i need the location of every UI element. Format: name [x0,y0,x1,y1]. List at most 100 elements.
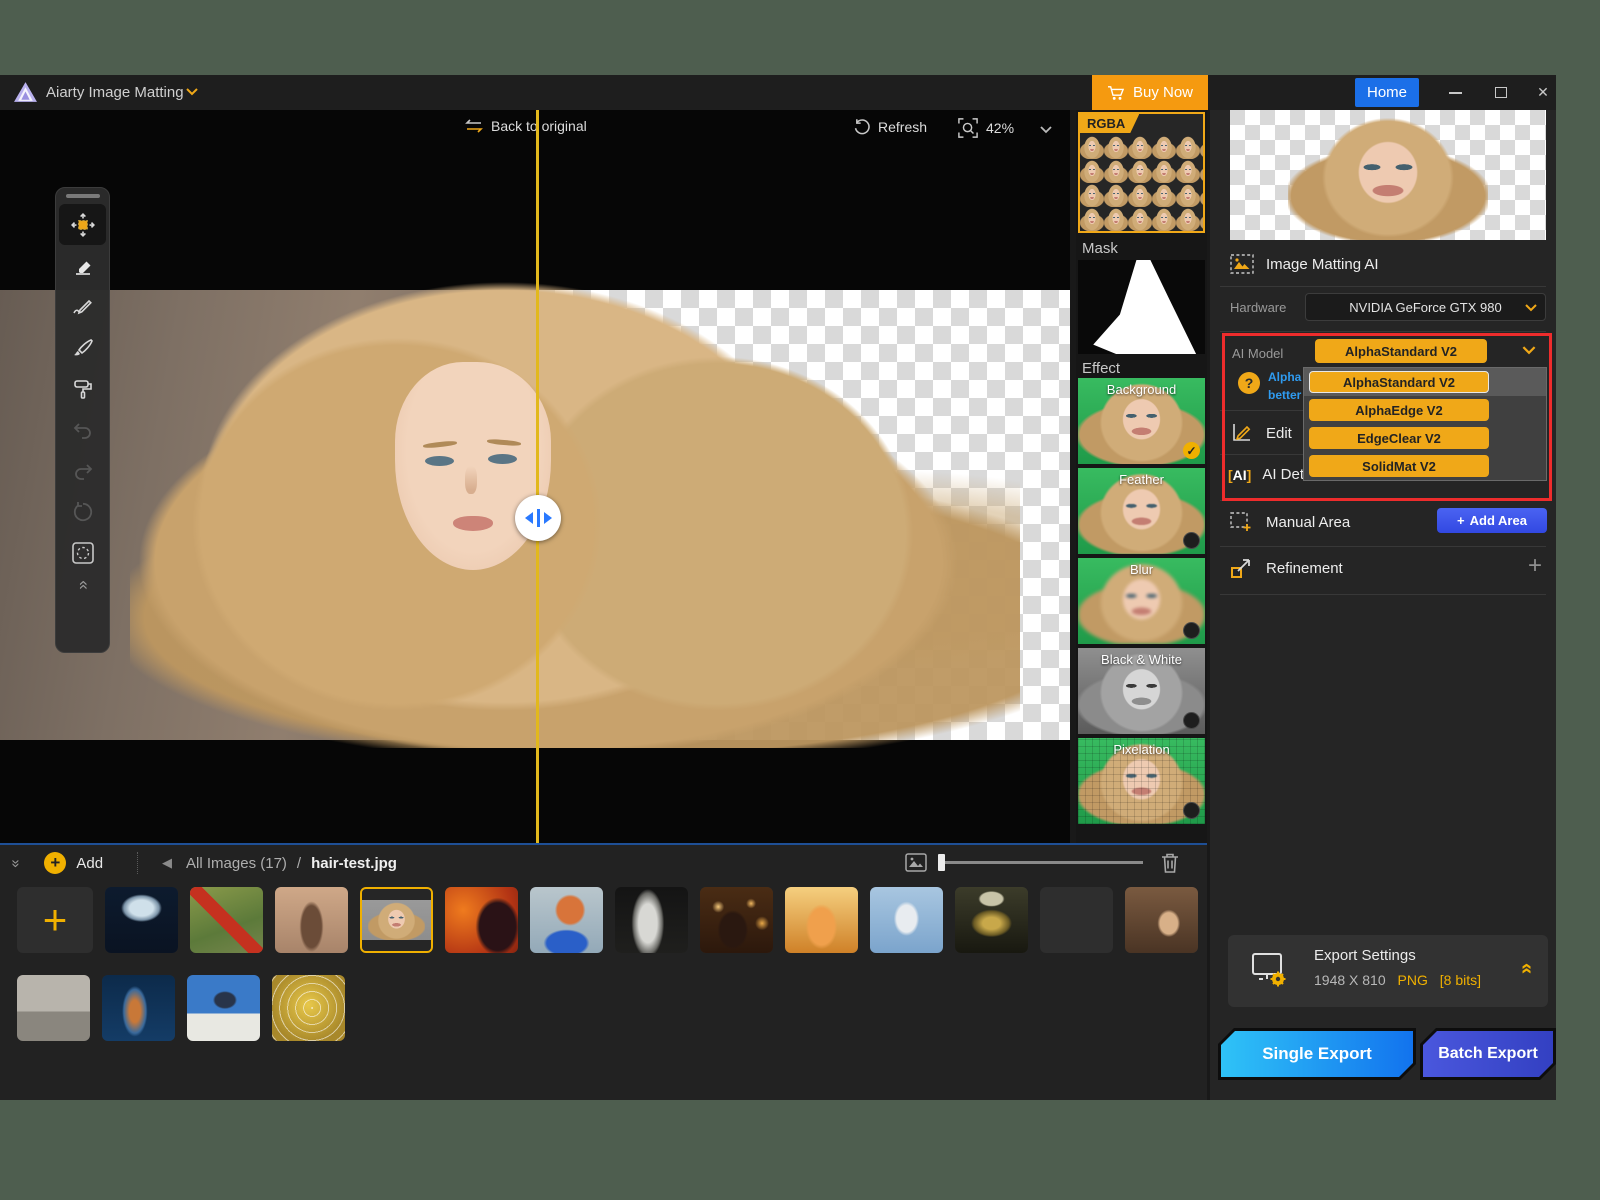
thumbnail-bearded-man[interactable] [1040,887,1113,953]
thumbnail-necklace[interactable] [955,887,1028,953]
thumbnail-size-slider[interactable] [938,861,1143,864]
rgba-preview-card[interactable]: RGBA [1078,112,1205,233]
close-button[interactable]: ✕ [1528,75,1558,110]
undo-icon [71,418,95,442]
help-icon[interactable]: ? [1238,372,1260,394]
eraser-tool-button[interactable] [59,245,106,286]
add-area-label: Add Area [1470,513,1527,528]
breadcrumb-all-images[interactable]: All Images (17) [186,855,287,872]
thumbnail-angel-statue[interactable] [615,887,688,953]
thumbnail-blue-sparkle-woman[interactable] [102,975,175,1041]
add-image-tile[interactable]: + [17,887,93,953]
compare-slider-handle[interactable] [515,495,561,541]
zoom-control[interactable]: 42% [958,118,1014,138]
redo-icon [71,459,95,483]
effect-toggle[interactable] [1183,622,1200,639]
editing-canvas[interactable]: Back to original Refresh 42% [0,110,1070,918]
slider-handle[interactable] [938,854,945,871]
undo-button[interactable] [59,409,106,450]
ai-model-option-label[interactable]: AlphaEdge V2 [1309,399,1489,421]
effect-toggle[interactable] [1183,802,1200,819]
redo-button[interactable] [59,450,106,491]
trash-icon[interactable] [1160,852,1180,874]
add-image-icon[interactable]: + [44,852,66,874]
ai-model-chevron-down-icon[interactable] [1522,346,1536,355]
thumbnail-bride[interactable] [870,887,943,953]
ai-model-option[interactable]: AlphaStandard V2 [1304,368,1546,396]
ai-model-option-label[interactable]: AlphaStandard V2 [1309,371,1489,393]
thumbnail-jellyfish[interactable] [105,887,178,953]
edit-section-header[interactable]: Edit [1230,422,1292,444]
mask-preview-card[interactable] [1078,260,1205,354]
marquee-select-tool-button[interactable] [59,532,106,573]
zoom-magnifier-icon [958,118,978,138]
tool-palette: » [55,187,110,653]
reset-button[interactable] [59,491,106,532]
back-to-original-button[interactable]: Back to original [465,118,587,134]
thumbnail-silhouette[interactable] [445,887,518,953]
effect-card-background[interactable]: Background ✓ [1078,378,1205,464]
zoom-chevron-down-icon[interactable] [1040,126,1052,134]
effect-card-pixelation[interactable]: Pixelation [1078,738,1205,824]
refinement-expand-button[interactable]: + [1528,552,1542,580]
thumbnail-woman-flowers[interactable] [275,887,348,953]
thumbnail-cat[interactable] [785,887,858,953]
settings-sidebar: Image Matting AI Hardware NVIDIA GeForce… [1210,110,1556,1100]
thumbnail-hair-test-selected[interactable] [360,887,433,953]
buy-now-button[interactable]: Buy Now [1092,75,1208,110]
refinement-section-header[interactable]: Refinement [1230,557,1343,579]
refresh-button[interactable]: Refresh [853,118,927,135]
pen-icon [71,295,95,319]
thumbnail-night-lights[interactable] [700,887,773,953]
maximize-button[interactable] [1486,75,1516,110]
palette-collapse-button[interactable]: » [78,575,87,595]
divider [1220,546,1546,547]
filmstrip-collapse-icon[interactable]: » [12,855,20,872]
effect-name: Pixelation [1078,742,1205,757]
effect-toggle[interactable] [1183,532,1200,549]
manual-area-section-header[interactable]: Manual Area [1230,512,1350,532]
refresh-label: Refresh [878,119,927,135]
export-settings-icon [1250,951,1290,987]
smart-pen-tool-button[interactable] [59,286,106,327]
effect-toggle-on[interactable]: ✓ [1183,442,1200,459]
batch-export-button[interactable]: Batch Export [1420,1028,1556,1080]
home-label: Home [1367,84,1407,101]
add-image-label: Add [76,855,103,872]
effect-card-blur[interactable]: Blur [1078,558,1205,644]
single-export-button[interactable]: Single Export [1218,1028,1416,1080]
ai-model-option-label[interactable]: SolidMat V2 [1309,455,1489,477]
ai-model-option[interactable]: AlphaEdge V2 [1304,396,1546,424]
export-settings-card[interactable]: Export Settings 1948 X 810 PNG [8 bits] … [1228,935,1548,1007]
minimize-button[interactable] [1440,75,1470,110]
thumbnail-spiderweb[interactable] [272,975,345,1041]
thumbnail-room-scene[interactable] [17,975,90,1041]
effect-card-feather[interactable]: Feather [1078,468,1205,554]
thumbnail-redhead[interactable] [530,887,603,953]
title-chevron-down-icon[interactable] [186,88,198,96]
effect-name: Feather [1078,472,1205,487]
ai-model-selected-value[interactable]: AlphaStandard V2 [1315,339,1487,363]
hardware-dropdown[interactable]: NVIDIA GeForce GTX 980 [1305,293,1546,321]
add-area-button[interactable]: + Add Area [1437,508,1547,533]
ai-model-option[interactable]: EdgeClear V2 [1304,424,1546,452]
effect-card-black-white[interactable]: Black & White [1078,648,1205,734]
thumbnail-skateboarder[interactable] [187,975,260,1041]
thumbnail-child[interactable] [1125,887,1198,953]
ai-model-option-label[interactable]: EdgeClear V2 [1309,427,1489,449]
edit-icon [1230,422,1252,444]
export-format: PNG [1398,972,1428,988]
brush-tool-button[interactable] [59,327,106,368]
ai-model-option[interactable]: SolidMat V2 [1304,452,1546,480]
thumbnail-size-icon [905,853,927,872]
thumbnail-bicycle[interactable] [190,887,263,953]
breadcrumb-back-icon[interactable]: ◀ [162,855,172,871]
move-tool-button[interactable] [59,204,106,245]
effect-toggle[interactable] [1183,712,1200,729]
roller-tool-button[interactable] [59,368,106,409]
export-collapse-chevrons-icon[interactable]: » [1521,957,1532,980]
palette-drag-handle[interactable] [66,194,100,198]
swap-arrows-icon [465,119,483,133]
home-button[interactable]: Home [1355,78,1419,107]
breadcrumb-current-file: hair-test.jpg [311,855,397,872]
